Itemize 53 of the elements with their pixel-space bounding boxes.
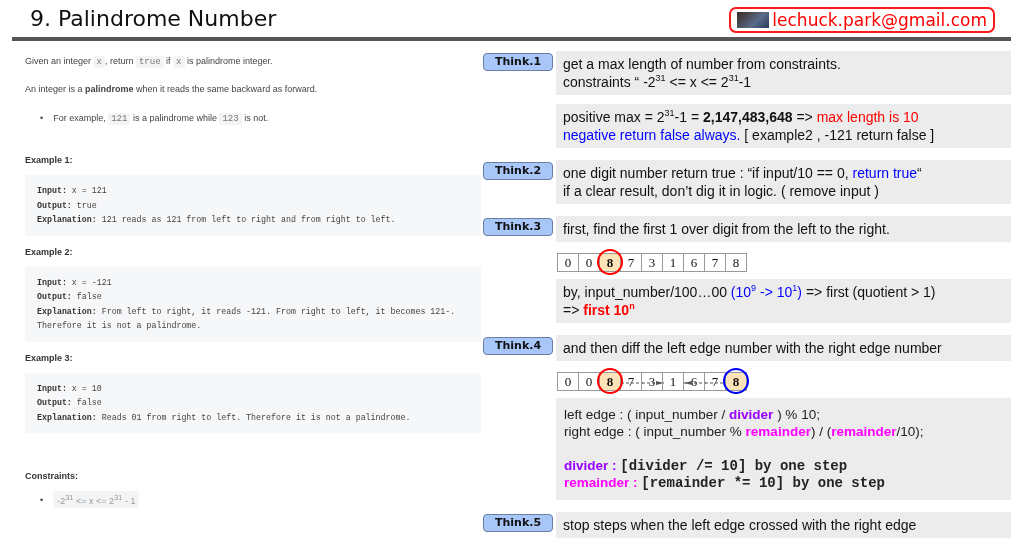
email-badge: lechuck.park@gmail.com	[729, 6, 995, 33]
digit-cell: 7	[704, 253, 726, 272]
digit-cell: 8	[725, 253, 747, 272]
note-text: negative return false always. [ example2 , -121 return false ]	[563, 126, 936, 144]
note-text: and then diff the left edge number with the right edge number	[563, 339, 943, 357]
digit-cell: 0	[557, 372, 579, 391]
note-text: constraints “ -2$^{31}$ <= x <= 2$^{31}$-1	[563, 73, 753, 91]
code-line: Explanation: Reads 01 from right to left. Therefore it is not a palindrome.	[37, 411, 412, 424]
bullet-marker: •	[40, 112, 44, 125]
note-text: get a max length of number from constraints.	[563, 55, 842, 73]
note-text: left edge : ( input_number / divider ) % 10;	[564, 406, 821, 423]
note-text: => first 10$^{n}$	[563, 301, 636, 319]
code-line: Output: true	[37, 199, 98, 212]
example-heading: Example 3:	[25, 352, 74, 363]
example-heading: Example 2:	[25, 246, 74, 257]
step-badge: Think.5	[483, 514, 553, 532]
code-line: Input: x = 121	[37, 185, 108, 197]
note-text: right edge : ( input_number % remainder) / (remainder/10);	[564, 423, 925, 440]
code-line: Explanation: 121 reads as 121 from left to right and from right to left.	[37, 214, 397, 226]
bullet-text: For example, 121 is a palindrome while 123 is not.	[53, 112, 269, 125]
digit-cell: 6	[683, 253, 705, 272]
photo-placeholder	[737, 11, 770, 28]
digit-cell: 0	[557, 253, 579, 272]
digit-cell: 1	[662, 372, 684, 391]
digit-cell: 3	[641, 372, 663, 391]
note-text: stop steps when the left edge crossed with the right edge	[563, 516, 918, 534]
description-text: Given an integer x , return true if x is palindrome integer.	[25, 55, 274, 68]
code-line: Output: false	[37, 397, 103, 409]
note-text: by, input_number/100…00 (10$^{9}$ -> 10$^{1}$) => first (quotient > 1)	[563, 283, 937, 301]
digit-cell: 1	[662, 253, 684, 272]
step-badge: Think.4	[483, 337, 553, 355]
step-badge: Think.1	[483, 53, 553, 71]
code-line: Output: false	[37, 291, 103, 303]
digit-cell: 3	[641, 253, 663, 272]
note-text: divider : [divider /= 10] by one step	[564, 457, 849, 474]
note-text: positive max = 2$^{31}$-1 = 2,147,483,648 => max length is 10	[563, 108, 920, 126]
code-line: Input: x = -121	[37, 276, 113, 289]
constraint-text: -2$^{31}$ <= x <= 2$^{31}$ - 1	[53, 491, 140, 508]
code-line: Explanation: From left to right, it reads -121. From right to left, it becomes 121-. Therefore it is not a palindrome.	[37, 305, 457, 332]
step-badge: Think.3	[483, 218, 553, 236]
step-badge: Think.2	[483, 162, 553, 180]
code-line: Input: x = 10	[37, 382, 103, 395]
note-text: remainder : [remainder *= 10] by one step	[564, 474, 886, 491]
note-text: first, find the first 1 over digit from the left to the right.	[563, 220, 891, 238]
bullet-marker: •	[40, 493, 44, 507]
constraints-heading: Constraints:	[25, 471, 79, 481]
note-text: one digit number return true : “if input/10 == 0, return true“	[563, 164, 923, 182]
page-title: 9. Palindrome Number	[30, 6, 277, 31]
example-heading: Example 1:	[25, 155, 74, 165]
note-text: if a clear result, don’t dig it in logic. ( remove input )	[563, 182, 880, 200]
digit-cell: 7	[620, 372, 642, 391]
description-text: An integer is a palindrome when it reads the same backward as forward.	[25, 83, 319, 96]
digit-cell: 7	[620, 253, 642, 272]
